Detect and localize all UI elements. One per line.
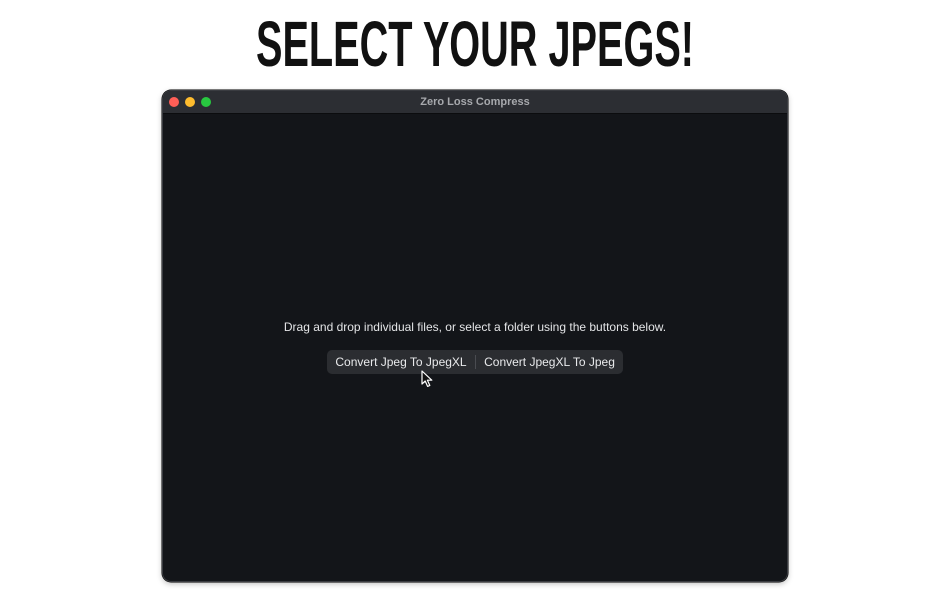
convert-jpegxl-to-jpeg-button[interactable]: Convert JpegXL To Jpeg [476,350,623,374]
drop-zone[interactable]: Drag and drop individual files, or selec… [163,114,787,581]
drop-instructions: Drag and drop individual files, or selec… [283,320,667,334]
convert-jpeg-to-jpegxl-button[interactable]: Convert Jpeg To JpegXL [327,350,475,374]
mouse-pointer-icon [421,370,433,387]
window-title: Zero Loss Compress [420,96,530,108]
conversion-button-group: Convert Jpeg To JpegXL Convert JpegXL To… [327,350,623,374]
page-headline: SELECT YOUR JPEGS! [255,8,695,80]
window-titlebar[interactable]: Zero Loss Compress [163,91,787,114]
app-window: Zero Loss Compress Drag and drop individ… [162,90,788,582]
